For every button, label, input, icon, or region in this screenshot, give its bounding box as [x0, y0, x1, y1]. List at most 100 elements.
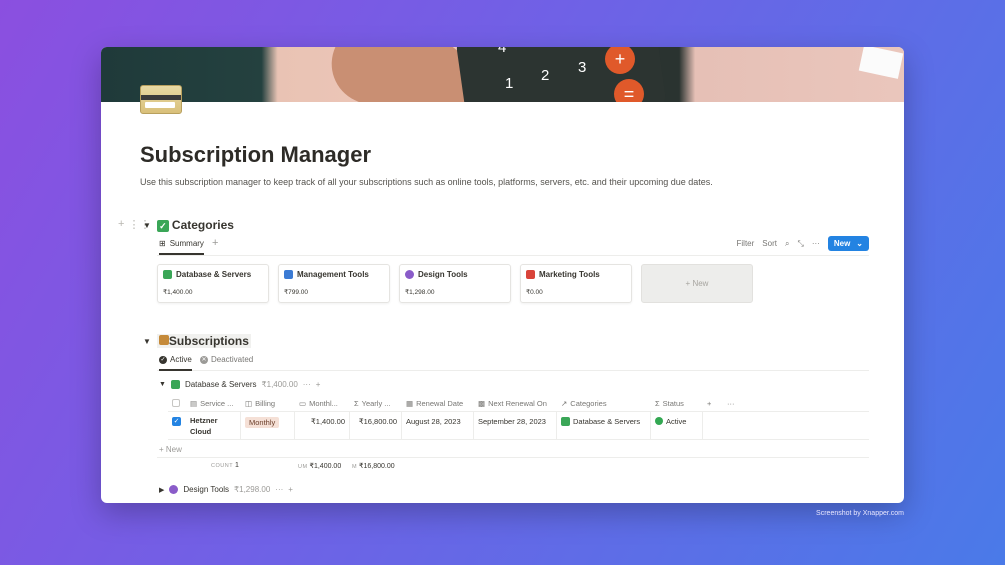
- database-toolbar: Filter Sort ⌕ ⤡ ··· New ⌄: [737, 236, 869, 251]
- more-icon[interactable]: ···: [723, 399, 743, 408]
- column-header[interactable]: ▦ Renewal Date: [402, 399, 474, 408]
- more-icon[interactable]: ···: [303, 380, 311, 389]
- table-header: ▤ Service ... ◫ Billing ▭ Monthl... Σ Yearly…: [168, 395, 869, 412]
- tab-summary-label: Summary: [169, 239, 204, 248]
- table-row[interactable]: ✓ Hetzner Cloud Monthly ₹1,400.00 ₹16,80…: [168, 412, 869, 440]
- sigma-icon: Σ: [354, 398, 359, 408]
- formula-icon: ▩: [478, 398, 486, 408]
- palette-icon: [169, 485, 179, 494]
- subscriptions-view-bar: ✓ Active ✕ Deactivated: [157, 354, 869, 371]
- column-header[interactable]: ▤ Service ...: [186, 399, 241, 408]
- column-header[interactable]: ◫ Billing: [241, 399, 295, 408]
- category-card[interactable]: Design Tools ₹1,298.00: [399, 264, 511, 303]
- toggle-right-icon[interactable]: ▶: [159, 486, 164, 494]
- monthly-sum-calc[interactable]: UM ₹1,400.00: [298, 462, 341, 470]
- notion-window: 4 1 2 3 + = Subscription Manager Use thi…: [101, 47, 904, 503]
- monthly-cell[interactable]: ₹1,400.00: [295, 412, 350, 439]
- add-icon[interactable]: +: [316, 380, 321, 389]
- add-icon[interactable]: +: [288, 485, 293, 494]
- chevron-down-icon[interactable]: ⌄: [856, 239, 863, 248]
- number-icon: ▭: [299, 398, 307, 408]
- subscriptions-header: ▼ Subscriptions: [143, 334, 251, 348]
- billing-tag: Monthly: [245, 417, 280, 428]
- category-card[interactable]: Database & Servers ₹1,400.00: [157, 264, 269, 303]
- count-calc[interactable]: COUNT 1: [211, 462, 239, 469]
- status-cell[interactable]: Active: [651, 412, 703, 439]
- subscriptions-title: Subscriptions: [168, 334, 249, 348]
- toggle-down-icon[interactable]: ▼: [143, 221, 151, 230]
- calendar-icon: ▦: [406, 398, 414, 408]
- yearly-sum-calc[interactable]: M ₹16,800.00: [352, 462, 395, 470]
- add-row-label: + New: [159, 445, 182, 454]
- toggle-down-icon[interactable]: ▼: [159, 381, 166, 388]
- add-view-icon[interactable]: +: [212, 237, 218, 249]
- tab-active[interactable]: ✓ Active: [159, 355, 192, 371]
- new-button-label: New: [833, 239, 851, 248]
- check-mark-icon: ✓: [156, 220, 169, 232]
- card-amount: ₹1,298.00: [405, 289, 435, 296]
- card-name: Marketing Tools: [539, 270, 600, 279]
- next-renewal-cell[interactable]: September 28, 2023: [474, 412, 557, 439]
- category-cell[interactable]: Database & Servers: [557, 412, 651, 439]
- page-description[interactable]: Use this subscription manager to keep tr…: [140, 177, 713, 187]
- x-circle-icon: ✕: [200, 355, 208, 364]
- group-design-tools[interactable]: ▶ Design Tools ₹1,298.00 ··· +: [159, 485, 293, 494]
- billing-cell[interactable]: Monthly: [241, 412, 295, 439]
- column-header[interactable]: Σ Status: [651, 399, 703, 408]
- cover-paper: [858, 47, 904, 79]
- subscriptions-table: ▤ Service ... ◫ Billing ▭ Monthl... Σ Yearly…: [168, 395, 869, 440]
- add-row-button[interactable]: + New: [157, 443, 869, 458]
- renewal-date-cell[interactable]: August 28, 2023: [402, 412, 474, 439]
- cover-key: 4: [498, 47, 507, 56]
- package-icon: [158, 335, 169, 345]
- category-link[interactable]: Database & Servers: [573, 417, 640, 426]
- tab-deactivated-label: Deactivated: [211, 355, 254, 364]
- sort-button[interactable]: Sort: [762, 239, 777, 248]
- cover-key: 3: [578, 59, 587, 76]
- puzzle-icon: [284, 270, 293, 279]
- category-cards: Database & Servers ₹1,400.00 Management …: [157, 264, 753, 303]
- group-database-servers[interactable]: ▼ Database & Servers ₹1,400.00 ··· +: [159, 380, 320, 389]
- cover-image[interactable]: 4 1 2 3 + =: [101, 47, 904, 102]
- tab-deactivated[interactable]: ✕ Deactivated: [200, 355, 253, 364]
- more-icon[interactable]: ···: [275, 485, 283, 494]
- card-name: Design Tools: [418, 270, 468, 279]
- group-amount: ₹1,298.00: [234, 485, 271, 494]
- add-block-icon[interactable]: +: [118, 218, 124, 231]
- yearly-cell[interactable]: ₹16,800.00: [350, 412, 402, 439]
- column-header[interactable]: ▭ Monthl...: [295, 399, 350, 408]
- select-all-checkbox[interactable]: [172, 399, 180, 407]
- column-header[interactable]: ▩ Next Renewal On: [474, 399, 557, 408]
- new-button[interactable]: New ⌄: [827, 236, 869, 251]
- tab-summary[interactable]: ⊞ Summary: [159, 239, 204, 255]
- row-checkbox[interactable]: ✓: [172, 417, 181, 426]
- cover-key: =: [614, 79, 644, 102]
- expand-icon[interactable]: ⤡: [797, 239, 803, 249]
- category-card[interactable]: Management Tools ₹799.00: [278, 264, 390, 303]
- new-card-button[interactable]: + New: [641, 264, 753, 303]
- service-cell[interactable]: Hetzner Cloud: [186, 412, 241, 439]
- category-card[interactable]: Marketing Tools ₹0.00: [520, 264, 632, 303]
- column-header[interactable]: ↗ Categories: [557, 399, 651, 408]
- cover-key: 1: [505, 75, 514, 92]
- credit-card-icon[interactable]: [140, 85, 182, 114]
- filter-button[interactable]: Filter: [737, 239, 755, 248]
- card-name: Management Tools: [297, 270, 369, 279]
- sigma-icon: Σ: [655, 398, 660, 408]
- gallery-icon: ⊞: [159, 239, 166, 248]
- column-header[interactable]: Σ Yearly ...: [350, 399, 402, 408]
- card-amount: ₹1,400.00: [163, 289, 193, 296]
- new-card-label: + New: [685, 279, 709, 288]
- categories-header: ▼ ✓ Categories: [143, 218, 234, 232]
- categories-view-bar: ⊞ Summary + Filter Sort ⌕ ⤡ ··· New ⌄: [157, 236, 869, 256]
- screenshot-credit: Screenshot by Xnapper.com: [816, 510, 904, 517]
- more-icon[interactable]: ···: [812, 239, 820, 248]
- relation-icon: ↗: [561, 398, 568, 408]
- page-title[interactable]: Subscription Manager: [140, 142, 371, 168]
- search-icon[interactable]: ⌕: [785, 239, 789, 249]
- group-amount: ₹1,400.00: [261, 380, 298, 389]
- cover-key: 2: [541, 67, 550, 84]
- add-property-icon[interactable]: +: [703, 399, 723, 408]
- status-label: Active: [666, 417, 687, 426]
- toggle-down-icon[interactable]: ▼: [143, 337, 151, 346]
